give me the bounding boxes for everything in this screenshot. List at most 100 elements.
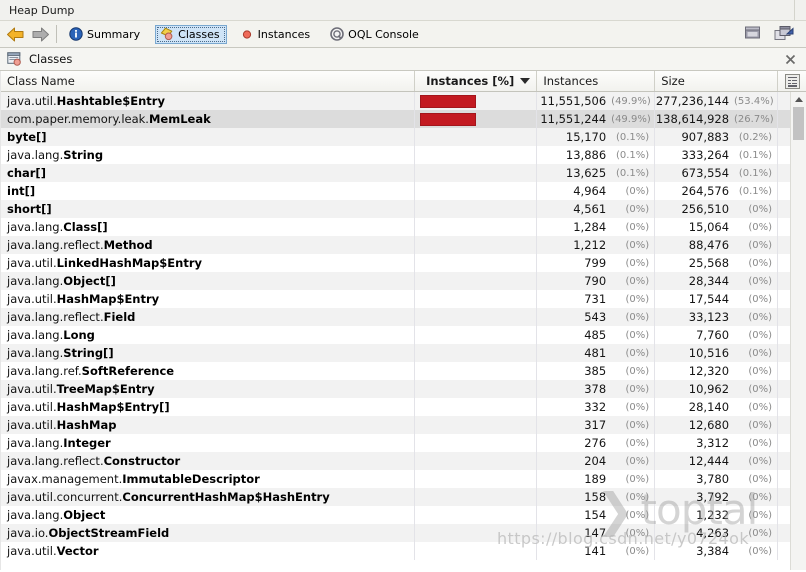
table-row[interactable]: java.lang. String 13,886 (0.1%) 333,264 (0.1%… [1, 146, 806, 164]
class-package: java.lang. [7, 346, 64, 360]
class-simple-name: ConcurrentHashMap$HashEntry [122, 490, 330, 504]
instances-percent: (0.1%) [615, 167, 650, 179]
cell-instances-percent-bar [415, 326, 538, 344]
tab-summary[interactable]: Summary [64, 25, 147, 44]
size-value: 673,554 [681, 166, 730, 180]
table-row[interactable]: java.io. ObjectStreamField 147 (0%) 4,263 (0%… [1, 524, 806, 542]
table-row[interactable]: java.util. HashMap$Entry[] 332 (0%) 28,140 (0… [1, 398, 806, 416]
cell-size: 17,544 (0%) [655, 290, 779, 308]
cell-size: 277,236,144 (53.4%) [655, 92, 779, 110]
column-chooser-icon[interactable] [784, 73, 800, 89]
size-value: 28,344 [688, 274, 730, 288]
table-row[interactable]: java.util.concurrent. ConcurrentHashMap$H… [1, 488, 806, 506]
cell-instances: 11,551,506 (49.9%) [537, 92, 656, 110]
table-row[interactable]: byte[] 15,170 (0.1%) 907,883 (0.2%) [1, 128, 806, 146]
table-row[interactable]: java.lang. Class[] 1,284 (0%) 15,064 (0%) [1, 218, 806, 236]
class-simple-name: LinkedHashMap$Entry [56, 256, 202, 270]
table-row[interactable]: short[] 4,561 (0%) 256,510 (0%) [1, 200, 806, 218]
cell-instances-percent-bar [415, 434, 538, 452]
table-row[interactable]: java.util. LinkedHashMap$Entry 799 (0%) 25,5… [1, 254, 806, 272]
export-snapshot-icon[interactable] [774, 25, 794, 43]
table-row[interactable]: java.lang. Long 485 (0%) 7,760 (0%) [1, 326, 806, 344]
sort-descending-icon [520, 78, 531, 84]
cell-instances: 1,212 (0%) [537, 236, 656, 254]
table-row[interactable]: char[] 13,625 (0.1%) 673,554 (0.1%) [1, 164, 806, 182]
info-icon [69, 27, 83, 41]
size-percent: (0%) [748, 221, 773, 233]
column-header-class-name-label: Class Name [7, 74, 75, 88]
instances-value: 13,625 [565, 166, 607, 180]
cell-instances: 790 (0%) [537, 272, 656, 290]
table-row[interactable]: java.util. TreeMap$Entry 378 (0%) 10,962 (0%) [1, 380, 806, 398]
size-percent: (0%) [748, 365, 773, 377]
instances-percent: (0%) [625, 347, 650, 359]
close-icon[interactable] [784, 53, 797, 66]
column-header-class-name[interactable]: Class Name [1, 71, 416, 91]
instances-value: 1,284 [573, 220, 607, 234]
classes-icon [160, 27, 174, 41]
cell-size: 3,312 (0%) [655, 434, 779, 452]
class-simple-name: SoftReference [81, 364, 175, 378]
size-value: 1,232 [696, 508, 730, 522]
column-chooser-cell[interactable] [778, 71, 806, 91]
class-simple-name: Object[] [63, 274, 116, 288]
tab-oql-console[interactable]: OQL Console [325, 25, 426, 44]
cell-class-name: java.lang. Object [1, 506, 416, 524]
class-simple-name: Method [103, 238, 153, 252]
size-value: 10,516 [688, 346, 730, 360]
size-percent: (0%) [748, 527, 773, 539]
table-row[interactable]: java.lang.ref. SoftReference 385 (0%) 12,320… [1, 362, 806, 380]
vertical-scrollbar[interactable] [790, 92, 806, 570]
cell-size: 15,064 (0%) [655, 218, 779, 236]
size-value: 12,444 [688, 454, 730, 468]
column-header-instances[interactable]: Instances [537, 71, 656, 91]
column-header-instances-pct[interactable]: Instances [%] [415, 71, 538, 91]
table-row[interactable]: java.util. HashMap$Entry 731 (0%) 17,544 (0%) [1, 290, 806, 308]
table-row[interactable]: int[] 4,964 (0%) 264,576 (0.1%) [1, 182, 806, 200]
cell-size: 1,232 (0%) [655, 506, 779, 524]
scroll-up-arrow-icon[interactable] [791, 92, 806, 106]
column-header-size[interactable]: Size [655, 71, 779, 91]
instances-value: 11,551,506 [540, 94, 607, 108]
scrollbar-thumb[interactable] [793, 107, 804, 140]
table-row[interactable]: java.lang.reflect. Field 543 (0%) 33,123 (0%) [1, 308, 806, 326]
instances-value: 158 [584, 490, 607, 504]
cell-instances-percent-bar [415, 398, 538, 416]
cell-class-name: java.lang.ref. SoftReference [1, 362, 416, 380]
instances-percent: (0%) [625, 455, 650, 467]
size-value: 138,614,928 [655, 112, 730, 126]
class-simple-name: Vector [56, 544, 99, 558]
table-row[interactable]: javax.management. ImmutableDescriptor 189 (… [1, 470, 806, 488]
tab-classes[interactable]: Classes [155, 24, 227, 44]
class-simple-name: Constructor [103, 454, 181, 468]
size-percent: (0%) [748, 545, 773, 557]
window-layout-icon[interactable] [744, 25, 762, 43]
table-row[interactable]: java.lang.reflect. Constructor 204 (0%) 12,4… [1, 452, 806, 470]
cell-size: 7,760 (0%) [655, 326, 779, 344]
cell-size: 33,123 (0%) [655, 308, 779, 326]
size-percent: (0%) [748, 275, 773, 287]
size-percent: (0%) [748, 401, 773, 413]
size-percent: (53.4%) [734, 95, 774, 107]
cell-size: 3,780 (0%) [655, 470, 779, 488]
table-row[interactable]: java.util. Hashtable$Entry 11,551,506 (49.9… [1, 92, 806, 110]
table-row[interactable]: java.util. HashMap 317 (0%) 12,680 (0%) [1, 416, 806, 434]
table-row[interactable]: java.lang. Object 154 (0%) 1,232 (0%) [1, 506, 806, 524]
instances-value: 481 [584, 346, 607, 360]
instances-value: 204 [584, 454, 607, 468]
table-row[interactable]: java.lang. Integer 276 (0%) 3,312 (0%) [1, 434, 806, 452]
cell-instances-percent-bar [415, 272, 538, 290]
tab-instances[interactable]: Instances [235, 25, 318, 44]
table-row[interactable]: java.lang.reflect. Method 1,212 (0%) 88,476 (… [1, 236, 806, 254]
cell-class-name: java.lang.reflect. Field [1, 308, 416, 326]
forward-arrow-icon[interactable] [30, 24, 50, 44]
table-row[interactable]: java.lang. String[] 481 (0%) 10,516 (0%) [1, 344, 806, 362]
tab-oql-console-label: OQL Console [348, 27, 419, 41]
table-row[interactable]: java.lang. Object[] 790 (0%) 28,344 (0%) [1, 272, 806, 290]
table-row[interactable]: java.util. Vector 141 (0%) 3,384 (0%) [1, 542, 806, 560]
table-body[interactable]: java.util. Hashtable$Entry 11,551,506 (49.9… [1, 92, 806, 570]
back-arrow-icon[interactable] [5, 24, 25, 44]
table-row[interactable]: com.paper.memory.leak. MemLeak 11,551,244 (… [1, 110, 806, 128]
class-package: java.util. [7, 382, 57, 396]
classes-panel-title: Classes [29, 52, 73, 66]
